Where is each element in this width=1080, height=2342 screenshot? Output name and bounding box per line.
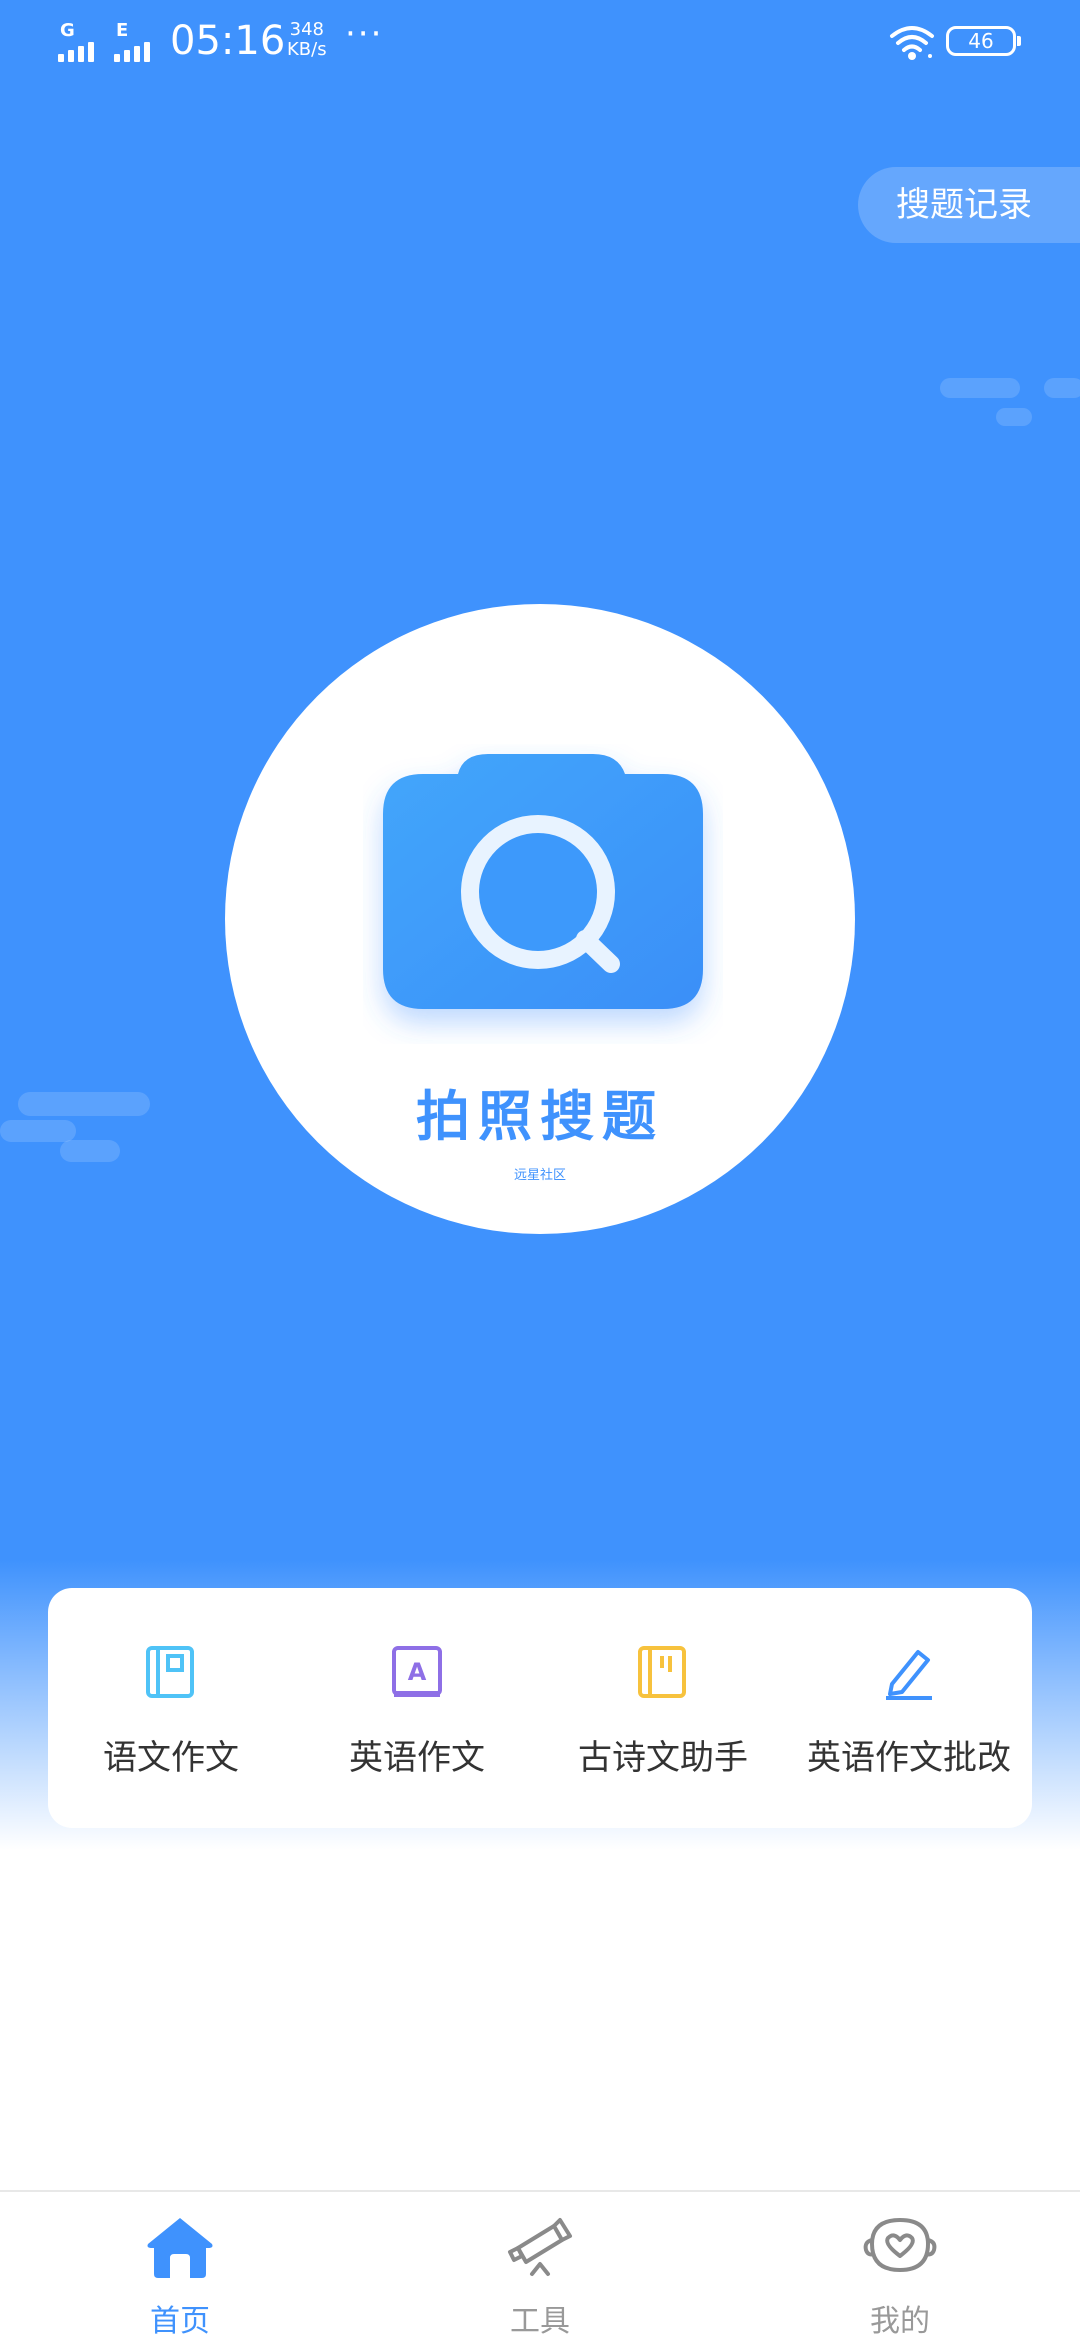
profile-icon [863,2218,937,2272]
tool-english-essay-correction[interactable]: 英语作文批改 [786,1588,1032,1828]
book-icon [146,1646,194,1698]
watermark-text: 远星社区 [513,1168,566,1183]
nav-tools[interactable]: 工具 [440,2192,640,2342]
photo-search-button[interactable]: 拍照搜题 远星社区 [225,604,855,1234]
tool-chinese-essay[interactable]: 语文作文 [48,1588,294,1828]
tool-classical-poetry[interactable]: 古诗文助手 [540,1588,786,1828]
status-bar: G E 05:16 348 KB/s ··· 46 [0,0,1080,90]
camera-search-icon [383,754,703,1009]
tools-card: 语文作文 A 英语作文 古诗文助手 英语作文批改 [48,1588,1032,1828]
notebook-icon [638,1646,686,1698]
network-speed: 348 KB/s [287,19,327,60]
cloud-decoration [996,408,1032,426]
letter-a-book-icon: A [392,1646,442,1697]
cloud-decoration [0,1120,76,1142]
nav-profile[interactable]: 我的 [800,2192,1000,2342]
wifi-icon [890,26,934,60]
bottom-navigation: 首页 工具 我的 [0,2190,1080,2340]
cloud-decoration [60,1140,120,1162]
tool-english-essay[interactable]: A 英语作文 [294,1588,540,1828]
home-icon [147,2218,213,2278]
battery-icon: 46 [946,26,1021,56]
svg-text:A: A [408,1658,427,1686]
photo-search-title: 拍照搜题 [416,1085,664,1148]
more-notifications-icon: ··· [345,14,384,54]
cloud-decoration [18,1092,150,1116]
telescope-icon [508,2218,572,2276]
cloud-decoration [1044,378,1080,398]
search-history-button[interactable]: 搜题记录 [858,167,1080,243]
pencil-edit-icon [886,1650,932,1700]
nav-home[interactable]: 首页 [80,2192,280,2342]
clock: 05:16 [170,18,286,64]
cloud-decoration [940,378,1020,398]
